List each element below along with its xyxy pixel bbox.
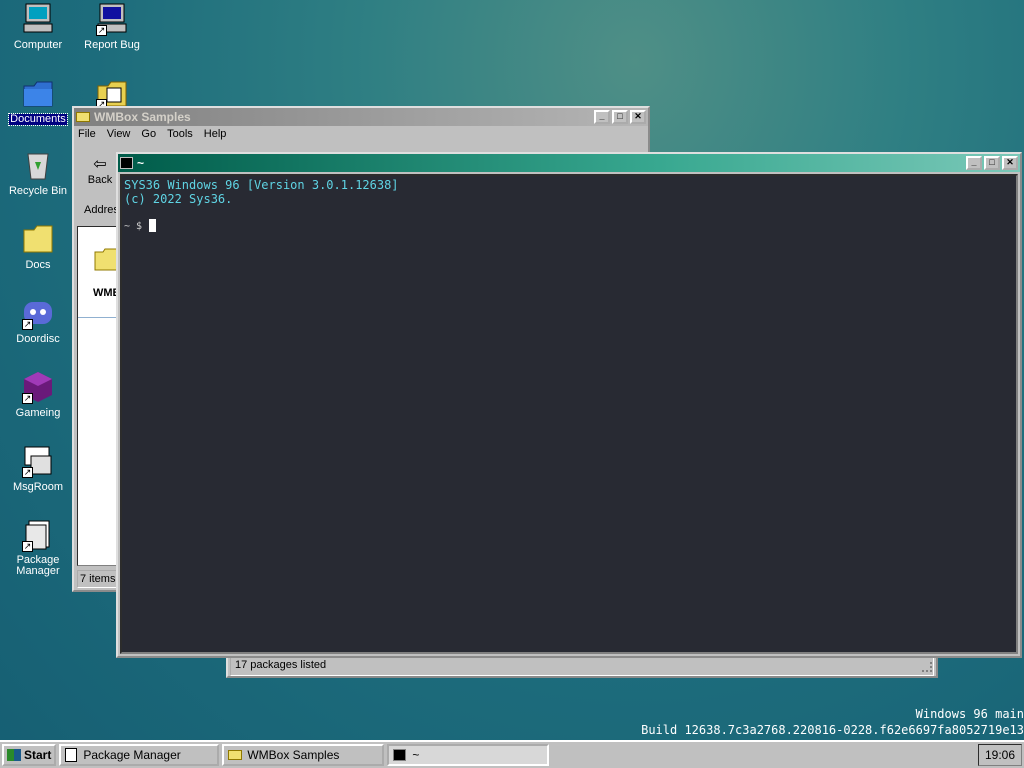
build-watermark-line1: Windows 96 main: [915, 707, 1024, 721]
documents-folder-icon: [21, 76, 55, 110]
report-bug-icon: ↗: [95, 2, 129, 36]
menu-help[interactable]: Help: [204, 128, 227, 140]
desktop-icon-doordisc[interactable]: ↗ Doordisc: [0, 296, 76, 345]
start-button[interactable]: Start: [2, 744, 57, 766]
desktop-icon-label: Package Manager: [16, 554, 60, 577]
desktop-icon-msgroom[interactable]: ↗ MsgRoom: [0, 444, 76, 493]
msgroom-icon: ↗: [21, 444, 55, 478]
desktop-icon-computer[interactable]: Computer: [0, 2, 76, 51]
terminal-prompt: ~ $: [124, 221, 143, 232]
desktop-icon-label: Computer: [13, 39, 63, 51]
computer-icon: [21, 2, 55, 36]
desktop-icon-label: Docs: [25, 259, 51, 271]
menu-tools[interactable]: Tools: [167, 128, 193, 140]
taskbar-item-package-manager[interactable]: Package Manager: [59, 744, 220, 766]
terminal-copyright-line: (c) 2022 Sys36.: [124, 192, 233, 206]
taskbar-item-label: Package Manager: [83, 748, 181, 762]
recycle-bin-icon: [21, 148, 55, 182]
back-label: Back: [87, 174, 113, 186]
taskbar-item-terminal[interactable]: ~: [387, 744, 550, 766]
close-button[interactable]: ✕: [1002, 156, 1018, 170]
taskbar-item-label: ~: [412, 748, 420, 762]
start-label: Start: [24, 748, 52, 762]
minimize-button[interactable]: _: [594, 110, 610, 124]
maximize-button[interactable]: □: [984, 156, 1000, 170]
package-folder-icon: ↗: [95, 76, 129, 110]
package-manager-icon: [65, 748, 78, 762]
desktop-icon-recycle-bin[interactable]: Recycle Bin: [0, 148, 76, 197]
folder-icon: [228, 750, 243, 760]
minimize-button[interactable]: _: [966, 156, 982, 170]
gameing-icon: ↗: [21, 370, 55, 404]
desktop-icon-gameing[interactable]: ↗ Gameing: [0, 370, 76, 419]
terminal-prompt-line[interactable]: ~ $: [124, 218, 1014, 234]
menu-file[interactable]: File: [78, 128, 96, 140]
back-button[interactable]: ⇦ Back: [80, 154, 120, 186]
explorer-title-bar[interactable]: WMBox Samples _ □ ✕: [74, 108, 648, 126]
desktop-icon-label: Doordisc: [16, 333, 60, 345]
desktop-icon-documents[interactable]: Documents: [0, 76, 76, 126]
back-arrow-icon: ⇦: [93, 156, 107, 173]
item-count-status: 7 items: [80, 573, 116, 585]
explorer-menu-bar: File View Go Tools Help: [74, 126, 648, 142]
resize-grip-icon[interactable]: [922, 662, 932, 672]
taskbar: Start Package Manager WMBox Samples ~ 19…: [0, 740, 1024, 768]
terminal-icon: [120, 157, 133, 169]
desktop-icon-label: Recycle Bin: [8, 185, 68, 197]
terminal-version-line: SYS36 Windows 96 [Version 3.0.1.12638]: [124, 178, 399, 192]
maximize-button[interactable]: □: [612, 110, 628, 124]
folder-icon: [21, 222, 55, 256]
terminal-title: ~: [137, 156, 145, 170]
desktop-icon-docs[interactable]: Docs: [0, 222, 76, 271]
explorer-title: WMBox Samples: [94, 110, 191, 124]
terminal-icon: [393, 749, 407, 761]
doordisc-icon: ↗: [21, 296, 55, 330]
terminal-cursor: [149, 219, 157, 232]
terminal-output[interactable]: SYS36 Windows 96 [Version 3.0.1.12638] (…: [120, 174, 1018, 654]
desktop-icon-label: MsgRoom: [12, 481, 64, 493]
divider: [78, 317, 121, 318]
package-manager-status-bar: 17 packages listed: [230, 656, 934, 676]
desktop-icon-report-bug[interactable]: ↗ Report Bug: [74, 2, 150, 51]
system-tray-clock[interactable]: 19:06: [978, 744, 1022, 766]
menu-go[interactable]: Go: [141, 128, 156, 140]
clock-time: 19:06: [984, 748, 1016, 762]
package-manager-icon: ↗: [21, 518, 55, 552]
taskbar-item-label: WMBox Samples: [247, 748, 340, 762]
desktop-icon-label: Documents: [8, 113, 68, 126]
build-watermark-line2: Build 12638.7c3a2768.220816-0228.f62e669…: [641, 723, 1024, 737]
terminal-window[interactable]: ~ _ □ ✕ SYS36 Windows 96 [Version 3.0.1.…: [116, 152, 1022, 658]
taskbar-item-wmbox-samples[interactable]: WMBox Samples: [222, 744, 385, 766]
desktop-icon-label: Gameing: [15, 407, 61, 419]
menu-view[interactable]: View: [107, 128, 131, 140]
desktop-icon-label: Report Bug: [84, 39, 140, 51]
desktop-icon-package-manager[interactable]: ↗ Package Manager: [0, 518, 76, 577]
close-button[interactable]: ✕: [630, 110, 646, 124]
package-count-status: 17 packages listed: [235, 659, 327, 671]
start-icon: [7, 749, 21, 761]
folder-icon: [76, 112, 90, 122]
address-label: Addres: [84, 204, 119, 216]
terminal-title-bar[interactable]: ~ _ □ ✕: [118, 154, 1020, 172]
